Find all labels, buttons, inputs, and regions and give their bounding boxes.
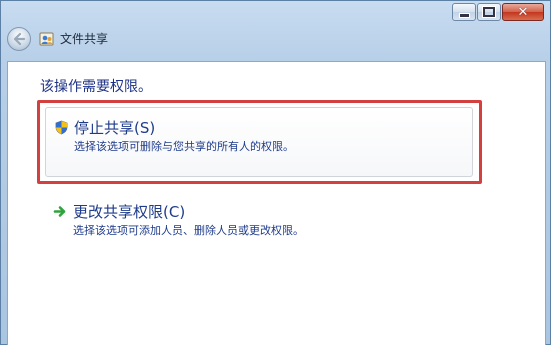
back-arrow-icon [13,32,26,46]
close-icon: ✕ [517,4,529,20]
page-heading: 该操作需要权限。 [40,79,152,95]
highlight-annotation [37,100,482,184]
maximize-icon [478,4,500,20]
close-button[interactable]: ✕ [502,3,544,21]
minimize-icon [453,4,475,20]
file-sharing-window: ✕ 文件共享 该操作需要权限。 停止共享(S) 选择该选项可删除与您共享的所有人… [0,0,551,345]
caption-buttons: ✕ [451,3,544,23]
change-permissions-option[interactable]: 更改共享权限(C) 选择该选项可添加人员、删除人员或更改权限。 [45,192,473,242]
minimize-button[interactable] [452,3,476,21]
window-title: 文件共享 [60,32,109,46]
back-button[interactable] [7,27,31,51]
change-permissions-description: 选择该选项可添加人员、删除人员或更改权限。 [73,224,304,237]
green-arrow-icon [53,206,66,217]
maximize-button[interactable] [477,3,501,21]
file-sharing-icon [39,32,54,46]
content-pane: 该操作需要权限。 停止共享(S) 选择该选项可删除与您共享的所有人的权限。 更改… [7,61,546,345]
change-permissions-title: 更改共享权限(C) [73,203,186,221]
